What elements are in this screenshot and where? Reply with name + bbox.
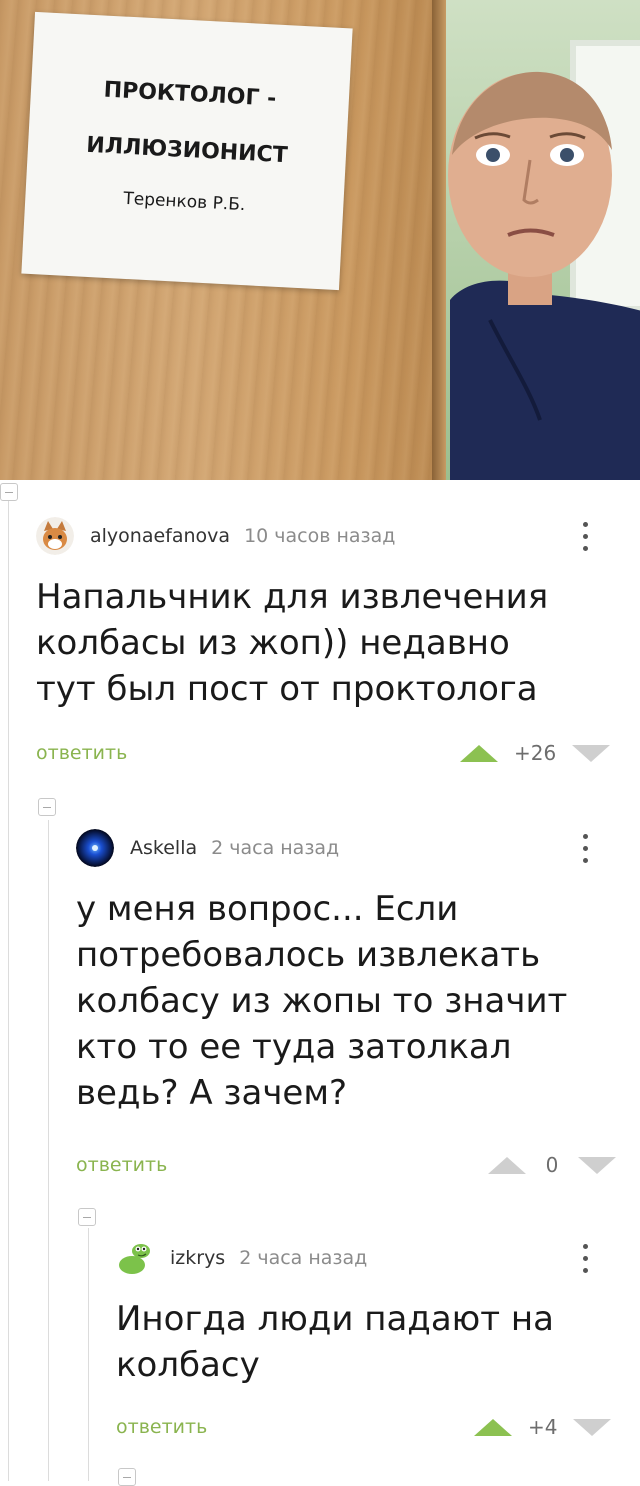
vote-score: +4 — [528, 1415, 558, 1439]
thread-line-level-2 — [88, 1228, 89, 1481]
sign-line-2: ИЛЛЮЗИОНИСТ — [85, 132, 289, 169]
vote-controls: +26 — [460, 738, 611, 768]
thread-line-level-0 — [8, 500, 9, 1481]
reply-button[interactable]: ответить — [76, 1154, 167, 1176]
green-creature-avatar-icon[interactable] — [116, 1239, 154, 1277]
comment-time[interactable]: 2 часа назад — [211, 837, 339, 859]
vote-controls: 0 — [488, 1150, 616, 1180]
sign-line-3: Теренков Р.Б. — [122, 188, 246, 216]
comment-time[interactable]: 10 часов назад — [244, 525, 395, 547]
reply-button[interactable]: ответить — [116, 1416, 207, 1438]
reply-button[interactable]: ответить — [36, 742, 127, 764]
downvote-icon[interactable] — [578, 1156, 616, 1174]
collapse-toggle-comment-3[interactable] — [78, 1208, 96, 1226]
vote-score: 0 — [545, 1153, 559, 1177]
comment-header: izkrys 2 часа назад — [116, 1238, 367, 1278]
post-image[interactable]: ПРОКТОЛОГ - ИЛЛЮЗИОНИСТ Теренков Р.Б. — [0, 0, 640, 480]
comment-time[interactable]: 2 часа назад — [239, 1247, 367, 1269]
man-peeking-figure — [448, 71, 640, 480]
more-options-icon[interactable] — [580, 832, 590, 866]
vote-score: +26 — [514, 741, 557, 765]
downvote-icon[interactable] — [572, 744, 611, 762]
collapse-toggle-comment-4[interactable] — [118, 1468, 136, 1486]
comment-author[interactable]: alyonaefanova — [90, 525, 230, 547]
comment-text: Иногда люди падают на колбасу — [116, 1299, 554, 1385]
comment-author[interactable]: Askella — [130, 837, 197, 859]
door-sign: ПРОКТОЛОГ - ИЛЛЮЗИОНИСТ Теренков Р.Б. — [21, 11, 353, 291]
sign-line-1: ПРОКТОЛОГ - — [103, 77, 277, 112]
comment-text: Напальчник для извлечения колбасы из жоп… — [36, 577, 549, 709]
comment: Askella 2 часа назад у меня вопрос... Ес… — [76, 828, 626, 1178]
comment: izkrys 2 часа назад Иногда люди падают н… — [116, 1238, 626, 1448]
collapse-toggle-comment-1[interactable] — [0, 483, 18, 501]
vote-controls: +4 — [474, 1412, 612, 1442]
collapse-toggle-comment-2[interactable] — [38, 798, 56, 816]
comment-author[interactable]: izkrys — [170, 1247, 225, 1269]
comment-header: alyonaefanova 10 часов назад — [36, 516, 395, 556]
upvote-icon[interactable] — [474, 1418, 512, 1436]
more-options-icon[interactable] — [580, 520, 590, 554]
upvote-icon[interactable] — [460, 744, 498, 762]
blue-orb-avatar-icon[interactable] — [76, 829, 114, 867]
comment-header: Askella 2 часа назад — [76, 828, 339, 868]
comment: alyonaefanova 10 часов назад Напальчник … — [36, 516, 626, 776]
comment-text: у меня вопрос... Если потребовалось извл… — [76, 889, 568, 1113]
thread-line-level-1 — [48, 820, 49, 1481]
upvote-icon[interactable] — [488, 1156, 526, 1174]
more-options-icon[interactable] — [580, 1242, 590, 1276]
cat-avatar-icon[interactable] — [36, 517, 74, 555]
downvote-icon[interactable] — [573, 1418, 612, 1436]
